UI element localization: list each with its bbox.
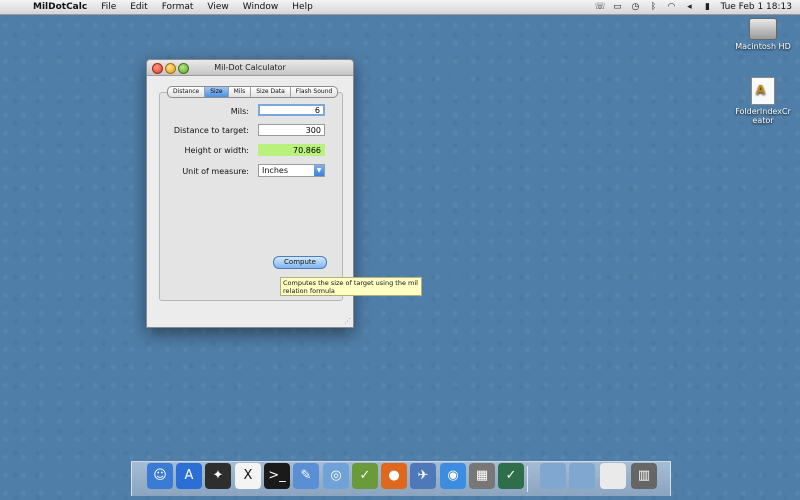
tab-distance[interactable]: Distance	[168, 87, 206, 97]
distance-label: Distance to target:	[173, 126, 249, 135]
preview-icon[interactable]: ✈	[410, 463, 436, 489]
chevron-down-icon: ▼	[314, 165, 324, 176]
mils-field[interactable]: 6	[258, 104, 325, 116]
unit-select[interactable]: Inches ▼	[258, 164, 325, 177]
desktop-icon-macintosh-hd[interactable]: Macintosh HD	[723, 18, 800, 51]
folder-icon[interactable]	[569, 463, 595, 489]
mils-label: Mils:	[230, 107, 249, 116]
editor-icon[interactable]: ✓	[352, 463, 378, 489]
terminal-icon[interactable]: >_	[264, 463, 290, 489]
tab-flash-sound[interactable]: Flash Sound	[291, 87, 338, 97]
menu-help[interactable]: Help	[285, 2, 320, 12]
window-titlebar[interactable]: Mil-Dot Calculator	[147, 60, 353, 76]
unit-label: Unit of measure:	[182, 167, 249, 176]
close-button[interactable]	[152, 63, 163, 74]
appstore-icon[interactable]: A	[176, 463, 202, 489]
xcode-icon[interactable]: ✎	[293, 463, 319, 489]
unit-select-value: Inches	[262, 166, 288, 175]
menu-bar: MilDotCalc File Edit Format View Window …	[0, 0, 800, 15]
photo-icon[interactable]: ▦	[469, 463, 495, 489]
display-icon[interactable]: ▭	[612, 2, 622, 12]
hard-drive-icon	[749, 18, 777, 40]
folder-icon[interactable]	[540, 463, 566, 489]
tab-bar: Distance Size Mils Size Data Flash Sound	[167, 86, 339, 98]
x11-icon[interactable]: X	[235, 463, 261, 489]
menu-file[interactable]: File	[94, 2, 123, 12]
menu-format[interactable]: Format	[155, 2, 201, 12]
menu-view[interactable]: View	[200, 2, 235, 12]
zoom-button[interactable]	[178, 63, 189, 74]
trash-icon[interactable]: ▥	[631, 463, 657, 489]
tab-mils[interactable]: Mils	[229, 87, 252, 97]
dock-separator	[527, 466, 528, 492]
finder-icon[interactable]: ☺	[147, 463, 173, 489]
compute-tooltip: Computes the size of target using the mi…	[280, 277, 422, 296]
app-icon: A	[751, 77, 775, 105]
menu-edit[interactable]: Edit	[123, 2, 154, 12]
time-machine-status-icon[interactable]: ◷	[630, 2, 640, 12]
compute-button[interactable]: Compute	[273, 256, 327, 269]
tab-size[interactable]: Size	[205, 87, 229, 97]
height-result-field: 70.866	[258, 144, 325, 156]
battery-icon[interactable]: ▮	[702, 2, 712, 12]
desktop-icon-folderindexcreator[interactable]: A FolderIndexCreator	[723, 77, 800, 125]
menu-window[interactable]: Window	[236, 2, 286, 12]
minimize-button[interactable]	[165, 63, 176, 74]
wifi-icon[interactable]: ◠	[666, 2, 676, 12]
menu-clock[interactable]: Tue Feb 1 18:13	[720, 2, 792, 12]
firefox-icon[interactable]: ●	[381, 463, 407, 489]
safari-icon[interactable]: ◉	[440, 463, 466, 489]
status-area: ☏ ▭ ◷ ᛒ ◠ ◂ ▮ Tue Feb 1 18:13	[594, 0, 792, 14]
time-machine-icon[interactable]: ✓	[498, 463, 524, 489]
desktop-icon-label: Macintosh HD	[735, 42, 791, 51]
volume-icon[interactable]: ◂	[684, 2, 694, 12]
bluetooth-icon[interactable]: ᛒ	[648, 2, 658, 12]
desktop-icon-label: FolderIndexCreator	[735, 107, 791, 125]
distance-field[interactable]: 300	[258, 124, 325, 136]
document-icon[interactable]	[600, 463, 626, 489]
launchpad-icon[interactable]: ✦	[205, 463, 231, 489]
menu-app-name[interactable]: MilDotCalc	[26, 2, 94, 12]
tab-size-data[interactable]: Size Data	[251, 87, 291, 97]
height-label: Height or width:	[184, 146, 249, 155]
window-title: Mil-Dot Calculator	[214, 63, 286, 72]
phone-icon[interactable]: ☏	[594, 2, 605, 12]
resize-grip-icon[interactable]: ⋰	[344, 317, 351, 325]
network-icon[interactable]: ◎	[323, 463, 349, 489]
